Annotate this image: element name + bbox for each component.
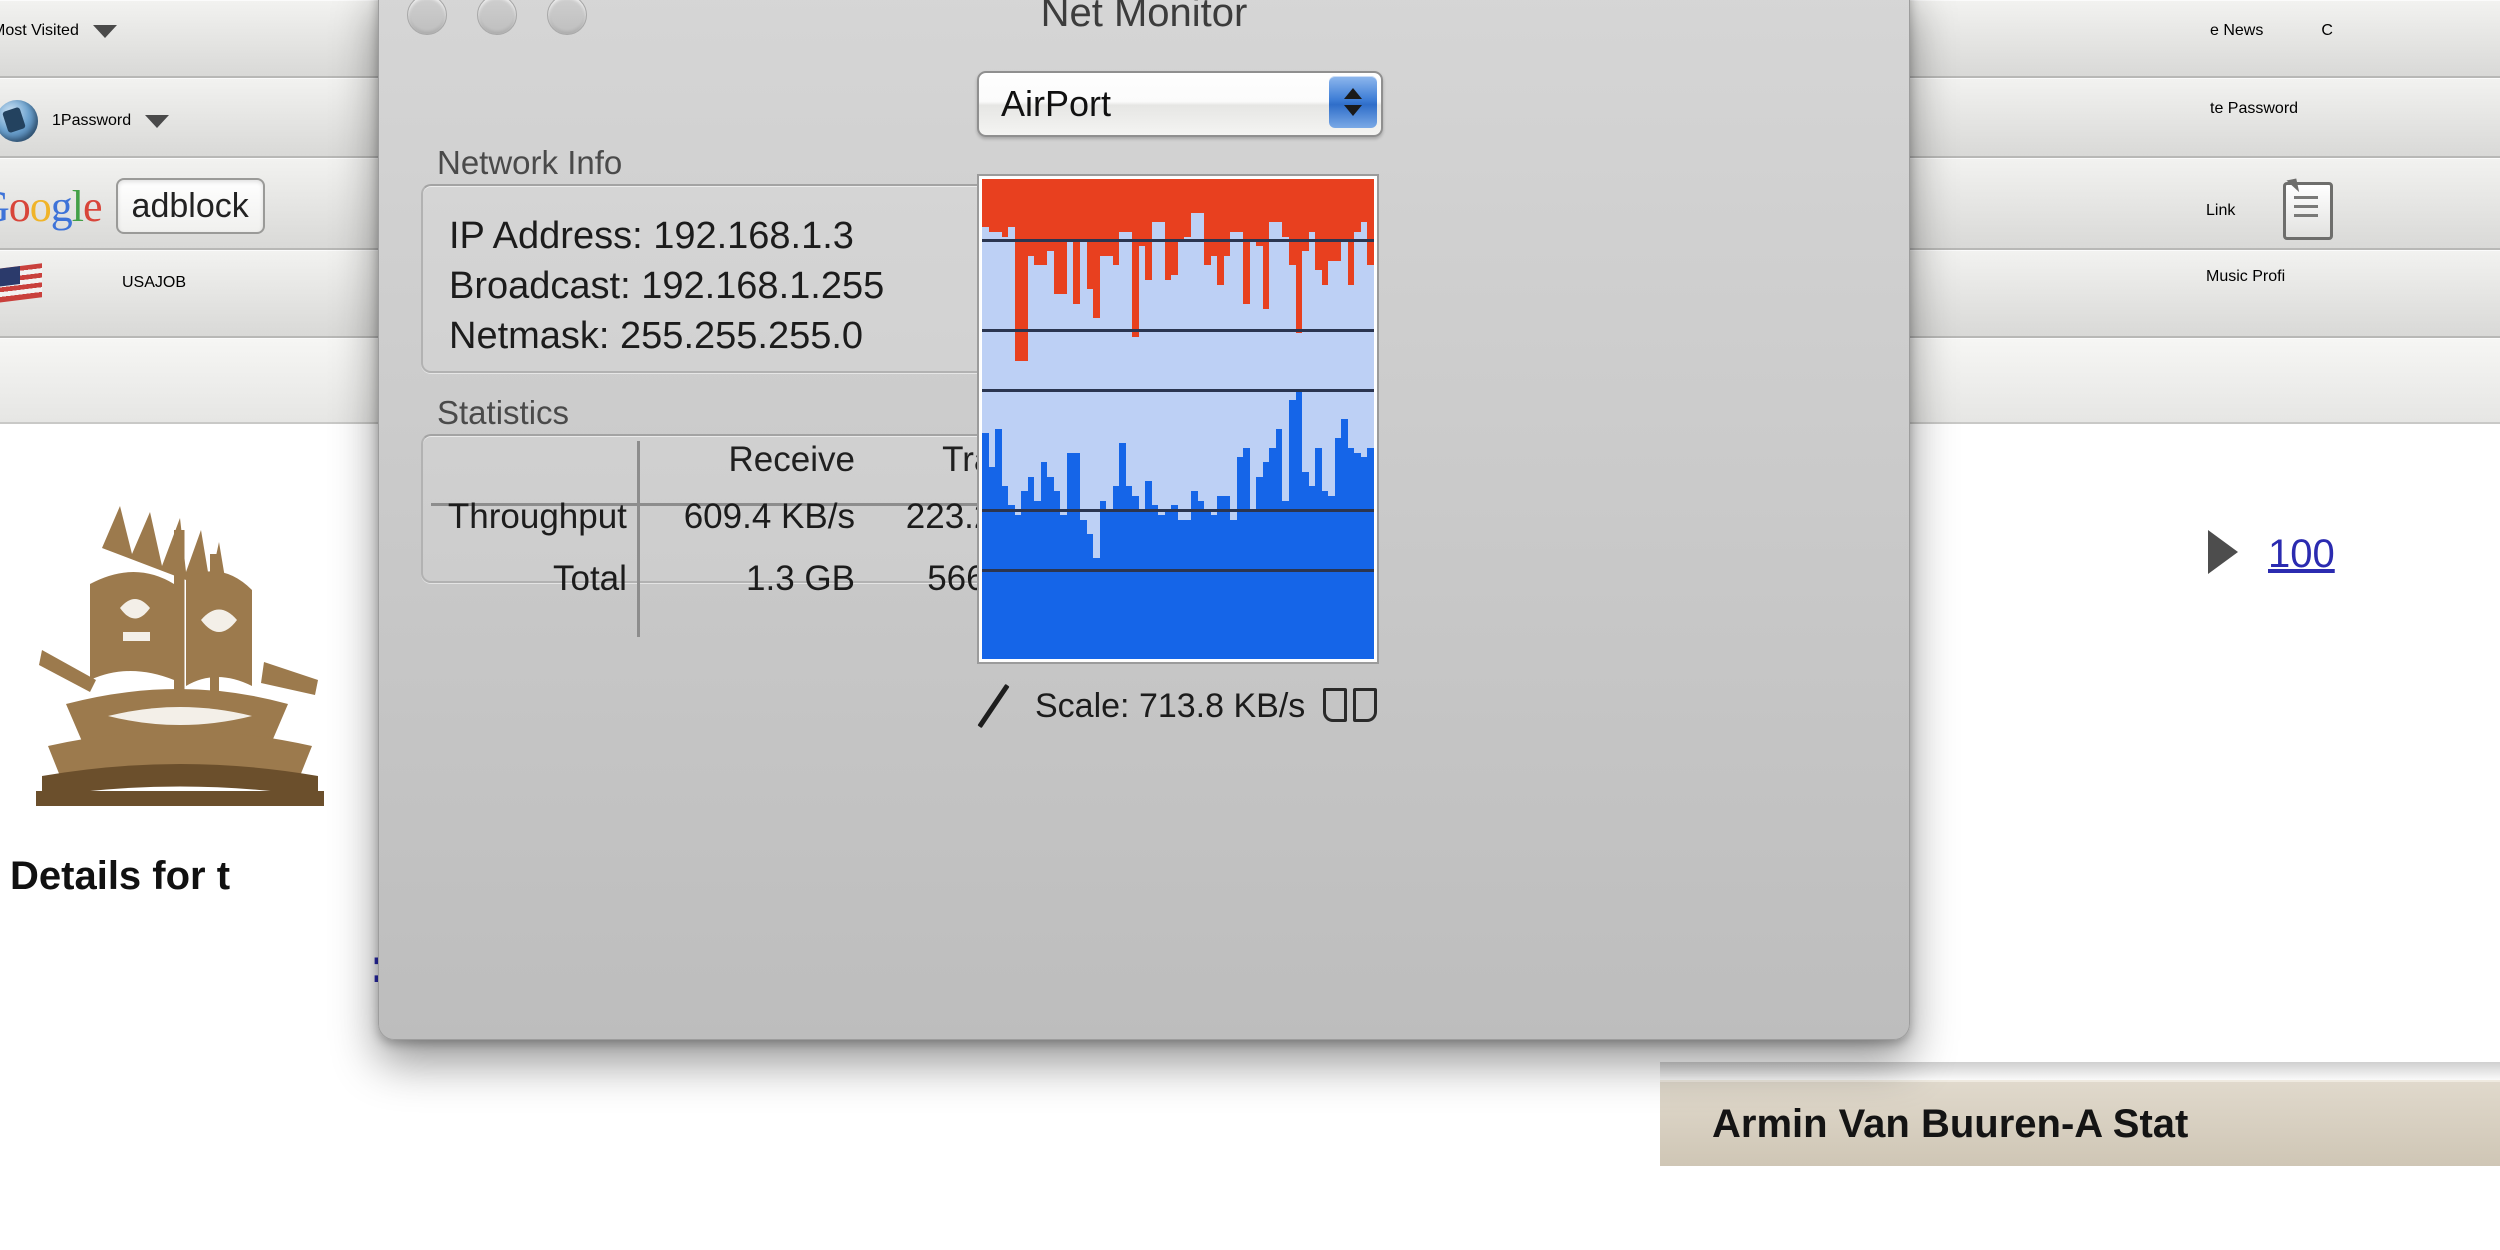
- book-icon[interactable]: [1323, 686, 1378, 726]
- bookmark-usajobs[interactable]: USAJOB: [0, 263, 187, 303]
- google-logo-o1: o: [8, 181, 31, 231]
- network-info-values: IP Address: 192.168.1.3 Broadcast: 192.1…: [449, 211, 884, 361]
- bookmark-generate-password[interactable]: te Password: [2210, 100, 2298, 118]
- graph-footer: Scale: 713.8 KB/s: [971, 679, 1391, 733]
- netmask-line: Netmask: 255.255.255.0: [449, 315, 864, 357]
- chevron-down-icon: [92, 24, 117, 38]
- slash-icon[interactable]: [971, 683, 1017, 729]
- chevron-updown-icon: [1329, 76, 1377, 128]
- now-playing-shadow: [1660, 1062, 2500, 1082]
- traffic-graph-bars: [982, 179, 1374, 659]
- bookmark-music-profile-label: Music Profi: [2206, 268, 2286, 285]
- google-search-cluster: Google adblock: [0, 178, 265, 234]
- bookmark-c-label: C: [2321, 22, 2333, 39]
- screenshot-root: Most Visited 1Password Google adblock US…: [0, 0, 2500, 1250]
- note-icon: [2283, 182, 2334, 240]
- row-label-throughput: Throughput: [447, 497, 627, 536]
- bookmark-most-visited[interactable]: Most Visited: [0, 22, 117, 40]
- column-header-receive: Receive: [728, 440, 855, 479]
- bookmark-1password[interactable]: 1Password: [0, 100, 170, 142]
- gridline: [982, 329, 1374, 332]
- disclosure-triangle-right[interactable]: [2208, 530, 2238, 574]
- gridline: [982, 239, 1374, 242]
- traffic-graph-frame[interactable]: [977, 174, 1379, 664]
- throughput-receive-value: 609.4 KB/s: [683, 497, 855, 536]
- bookmark-music-profile[interactable]: Music Profi: [2206, 268, 2285, 286]
- transmit-bar: [1367, 179, 1374, 266]
- total-receive-value: 1.3 GB: [746, 559, 855, 598]
- receive-bar: [1367, 447, 1374, 659]
- bookmarks-left-cluster: Most Visited 1Password Google adblock US…: [0, 0, 430, 424]
- network-info-label: Network Info: [437, 144, 623, 181]
- stat-corner-cell: [421, 434, 647, 486]
- bookmark-link[interactable]: Link: [2206, 182, 2334, 240]
- bookmark-most-visited-label: Most Visited: [0, 22, 79, 39]
- bookmark-generate-password-label: te Password: [2210, 100, 2299, 117]
- bookmarks-right-cluster: e News C te Password Link Music Profi: [2206, 0, 2500, 424]
- google-logo-l: l: [71, 181, 84, 231]
- interface-popup-button[interactable]: AirPort: [977, 71, 1383, 137]
- google-logo-e: e: [83, 181, 103, 231]
- bookmark-usajobs-label: USAJOB: [122, 274, 187, 291]
- bookmark-link-label: Link: [2206, 202, 2236, 219]
- google-logo-g2: g: [50, 181, 73, 231]
- traffic-graph[interactable]: [982, 179, 1374, 659]
- net-monitor-window: Net Monitor Network Info IP Address: 192…: [378, 0, 1910, 1040]
- gridline: [982, 509, 1374, 512]
- bookmark-1password-label: 1Password: [52, 112, 132, 129]
- bookmark-news-label: e News: [2210, 22, 2264, 39]
- pirate-ship-icon: [36, 506, 324, 806]
- details-caption: Details for t: [10, 854, 231, 898]
- statistics-label: Statistics: [437, 394, 570, 431]
- row-label-total: Total: [552, 559, 627, 598]
- onepassword-icon: [0, 100, 38, 142]
- broadcast-line: Broadcast: 192.168.1.255: [449, 265, 885, 307]
- now-playing-bar: Armin Van Buuren-A Stat: [1660, 1080, 2500, 1166]
- page-count-link[interactable]: 100: [2268, 532, 2335, 577]
- scale-label: Scale: 713.8 KB/s: [1035, 686, 1306, 725]
- gridline: [982, 389, 1374, 392]
- google-logo-g1: G: [0, 182, 10, 231]
- chevron-up-icon: [1344, 88, 1362, 99]
- graph-sample-column: [1367, 179, 1374, 659]
- us-flag-icon: [0, 263, 42, 303]
- google-logo: Google: [0, 181, 103, 232]
- google-logo-o2: o: [29, 181, 52, 231]
- thepiratebay-logo: [30, 494, 350, 829]
- interface-popup-label: AirPort: [1001, 83, 1112, 124]
- window-title: Net Monitor: [1040, 0, 1248, 35]
- gridline: [982, 569, 1374, 572]
- search-input[interactable]: adblock: [115, 178, 265, 234]
- bookmark-news[interactable]: e News C: [2210, 22, 2333, 40]
- now-playing-title: Armin Van Buuren-A Stat: [1712, 1101, 2189, 1146]
- chevron-down-icon: [1344, 105, 1362, 116]
- ip-address-line: IP Address: 192.168.1.3: [449, 215, 854, 257]
- window-titlebar[interactable]: Net Monitor: [379, 0, 1909, 61]
- chevron-down-icon: [145, 114, 170, 128]
